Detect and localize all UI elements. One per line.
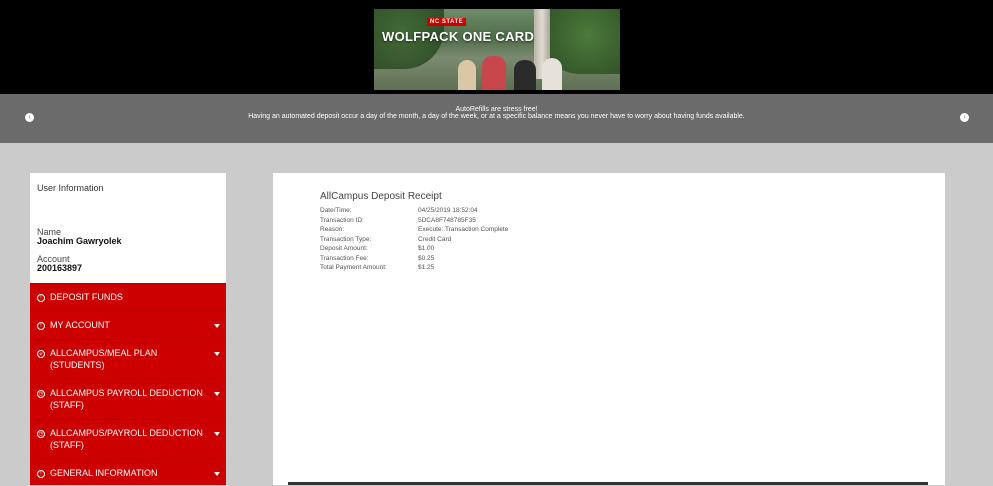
- menu-item-sublabel: (STUDENTS): [50, 360, 105, 370]
- receipt-row: Date/Time: 04/25/2019 18:52:04: [320, 207, 478, 214]
- receipt-row-key: Date/Time:: [320, 207, 352, 214]
- receipt-row: Transaction Type: Credit Card: [320, 236, 451, 243]
- receipt-row-key: Transaction ID:: [320, 216, 364, 224]
- carousel-description: Having an automated deposit occur a day …: [248, 113, 745, 120]
- info-icon: !: [37, 470, 45, 478]
- no-entry-icon: ⌀: [37, 350, 45, 358]
- nc-state-logo: NC STATE: [427, 18, 467, 26]
- chevron-down-icon: [214, 352, 220, 356]
- menu-item-label: ALLCAMPUS/MEAL PLAN: [50, 348, 158, 358]
- menu-item-sublabel: (STAFF): [50, 440, 84, 450]
- receipt-row-key: Deposit Amount:: [320, 245, 368, 252]
- receipt-row-value: $1.00: [418, 245, 435, 252]
- user-information-panel: User Information Name Joachim Gawryolek …: [30, 173, 226, 283]
- receipt-row-key: Transaction Type:: [320, 235, 372, 243]
- receipt-row: Transaction Fee: $0.25: [320, 255, 434, 262]
- clock-icon: ◷: [37, 430, 45, 438]
- menu-item-allcampus-payroll-deduction-2[interactable]: ◷ ALLCAMPUS/PAYROLL DEDUCTION (STAFF): [30, 419, 226, 459]
- receipt-panel: AllCampus Deposit Receipt Date/Time: 04/2…: [273, 173, 945, 485]
- receipt-row-key: Reason:: [320, 226, 345, 233]
- info-icon: !: [37, 322, 45, 330]
- sidebar-menu: ! DEPOSIT FUNDS ! MY ACCOUNT ⌀ ALLCAMPUS…: [30, 283, 226, 485]
- banner-title: WOLFPACK ONE CARD: [382, 29, 535, 44]
- chevron-down-icon: [214, 392, 220, 396]
- chevron-right-icon[interactable]: ›: [960, 113, 969, 122]
- chevron-down-icon: [214, 324, 220, 328]
- chevron-down-icon: [214, 432, 220, 436]
- menu-item-label: GENERAL INFORMATION: [50, 468, 158, 478]
- menu-item-label: DEPOSIT FUNDS: [50, 292, 123, 302]
- receipt-row-key: Transaction Fee:: [320, 254, 369, 262]
- announcement-carousel: ‹ AutoRefills are stress free! Having an…: [0, 94, 993, 143]
- clock-icon: ◷: [37, 390, 45, 398]
- user-name: Joachim Gawryolek: [37, 236, 122, 246]
- menu-item-label: ALLCAMPUS PAYROLL DEDUCTION: [50, 388, 203, 398]
- menu-item-deposit-funds[interactable]: ! DEPOSIT FUNDS: [30, 283, 226, 311]
- header-bar: NC STATE WOLFPACK ONE CARD: [0, 0, 993, 94]
- info-icon: !: [37, 294, 45, 302]
- menu-item-sublabel: (STAFF): [50, 400, 84, 410]
- menu-item-allcampus-meal-plan[interactable]: ⌀ ALLCAMPUS/MEAL PLAN (STUDENTS): [30, 339, 226, 379]
- receipt-row-key: Total Payment Amount:: [320, 264, 387, 271]
- receipt-row-value: 5DCA8F748785F35: [418, 216, 476, 224]
- account-number: 200163897: [37, 263, 83, 273]
- menu-item-allcampus-payroll-deduction[interactable]: ◷ ALLCAMPUS PAYROLL DEDUCTION (STAFF): [30, 379, 226, 419]
- receipt-row: Transaction ID: 5DCA8F748785F35: [320, 217, 476, 224]
- receipt-row-value: $0.25: [418, 254, 435, 262]
- chevron-down-icon: [214, 472, 220, 476]
- receipt-row-value: Credit Card: [418, 235, 452, 243]
- user-information-heading: User Information: [37, 183, 104, 193]
- banner-students-photo: [452, 51, 572, 90]
- receipt-row: Deposit Amount: $1.00: [320, 245, 434, 252]
- receipt-title: AllCampus Deposit Receipt: [320, 191, 442, 202]
- menu-item-general-information[interactable]: ! GENERAL INFORMATION: [30, 459, 226, 486]
- receipt-row-value: Execute: Transaction Complete: [418, 226, 509, 233]
- wolfpack-one-card-banner[interactable]: NC STATE WOLFPACK ONE CARD: [374, 9, 620, 90]
- receipt-row-value: $1.25: [418, 264, 435, 271]
- menu-item-label: MY ACCOUNT: [50, 320, 110, 330]
- menu-item-my-account[interactable]: ! MY ACCOUNT: [30, 311, 226, 339]
- receipt-row: Total Payment Amount: $1.25: [320, 264, 434, 271]
- carousel-title: AutoRefills are stress free!: [455, 106, 538, 113]
- receipt-row-value: 04/25/2019 18:52:04: [418, 207, 478, 214]
- receipt-row: Reason: Execute: Transaction Complete: [320, 226, 508, 233]
- menu-item-label: ALLCAMPUS/PAYROLL DEDUCTION: [50, 428, 203, 438]
